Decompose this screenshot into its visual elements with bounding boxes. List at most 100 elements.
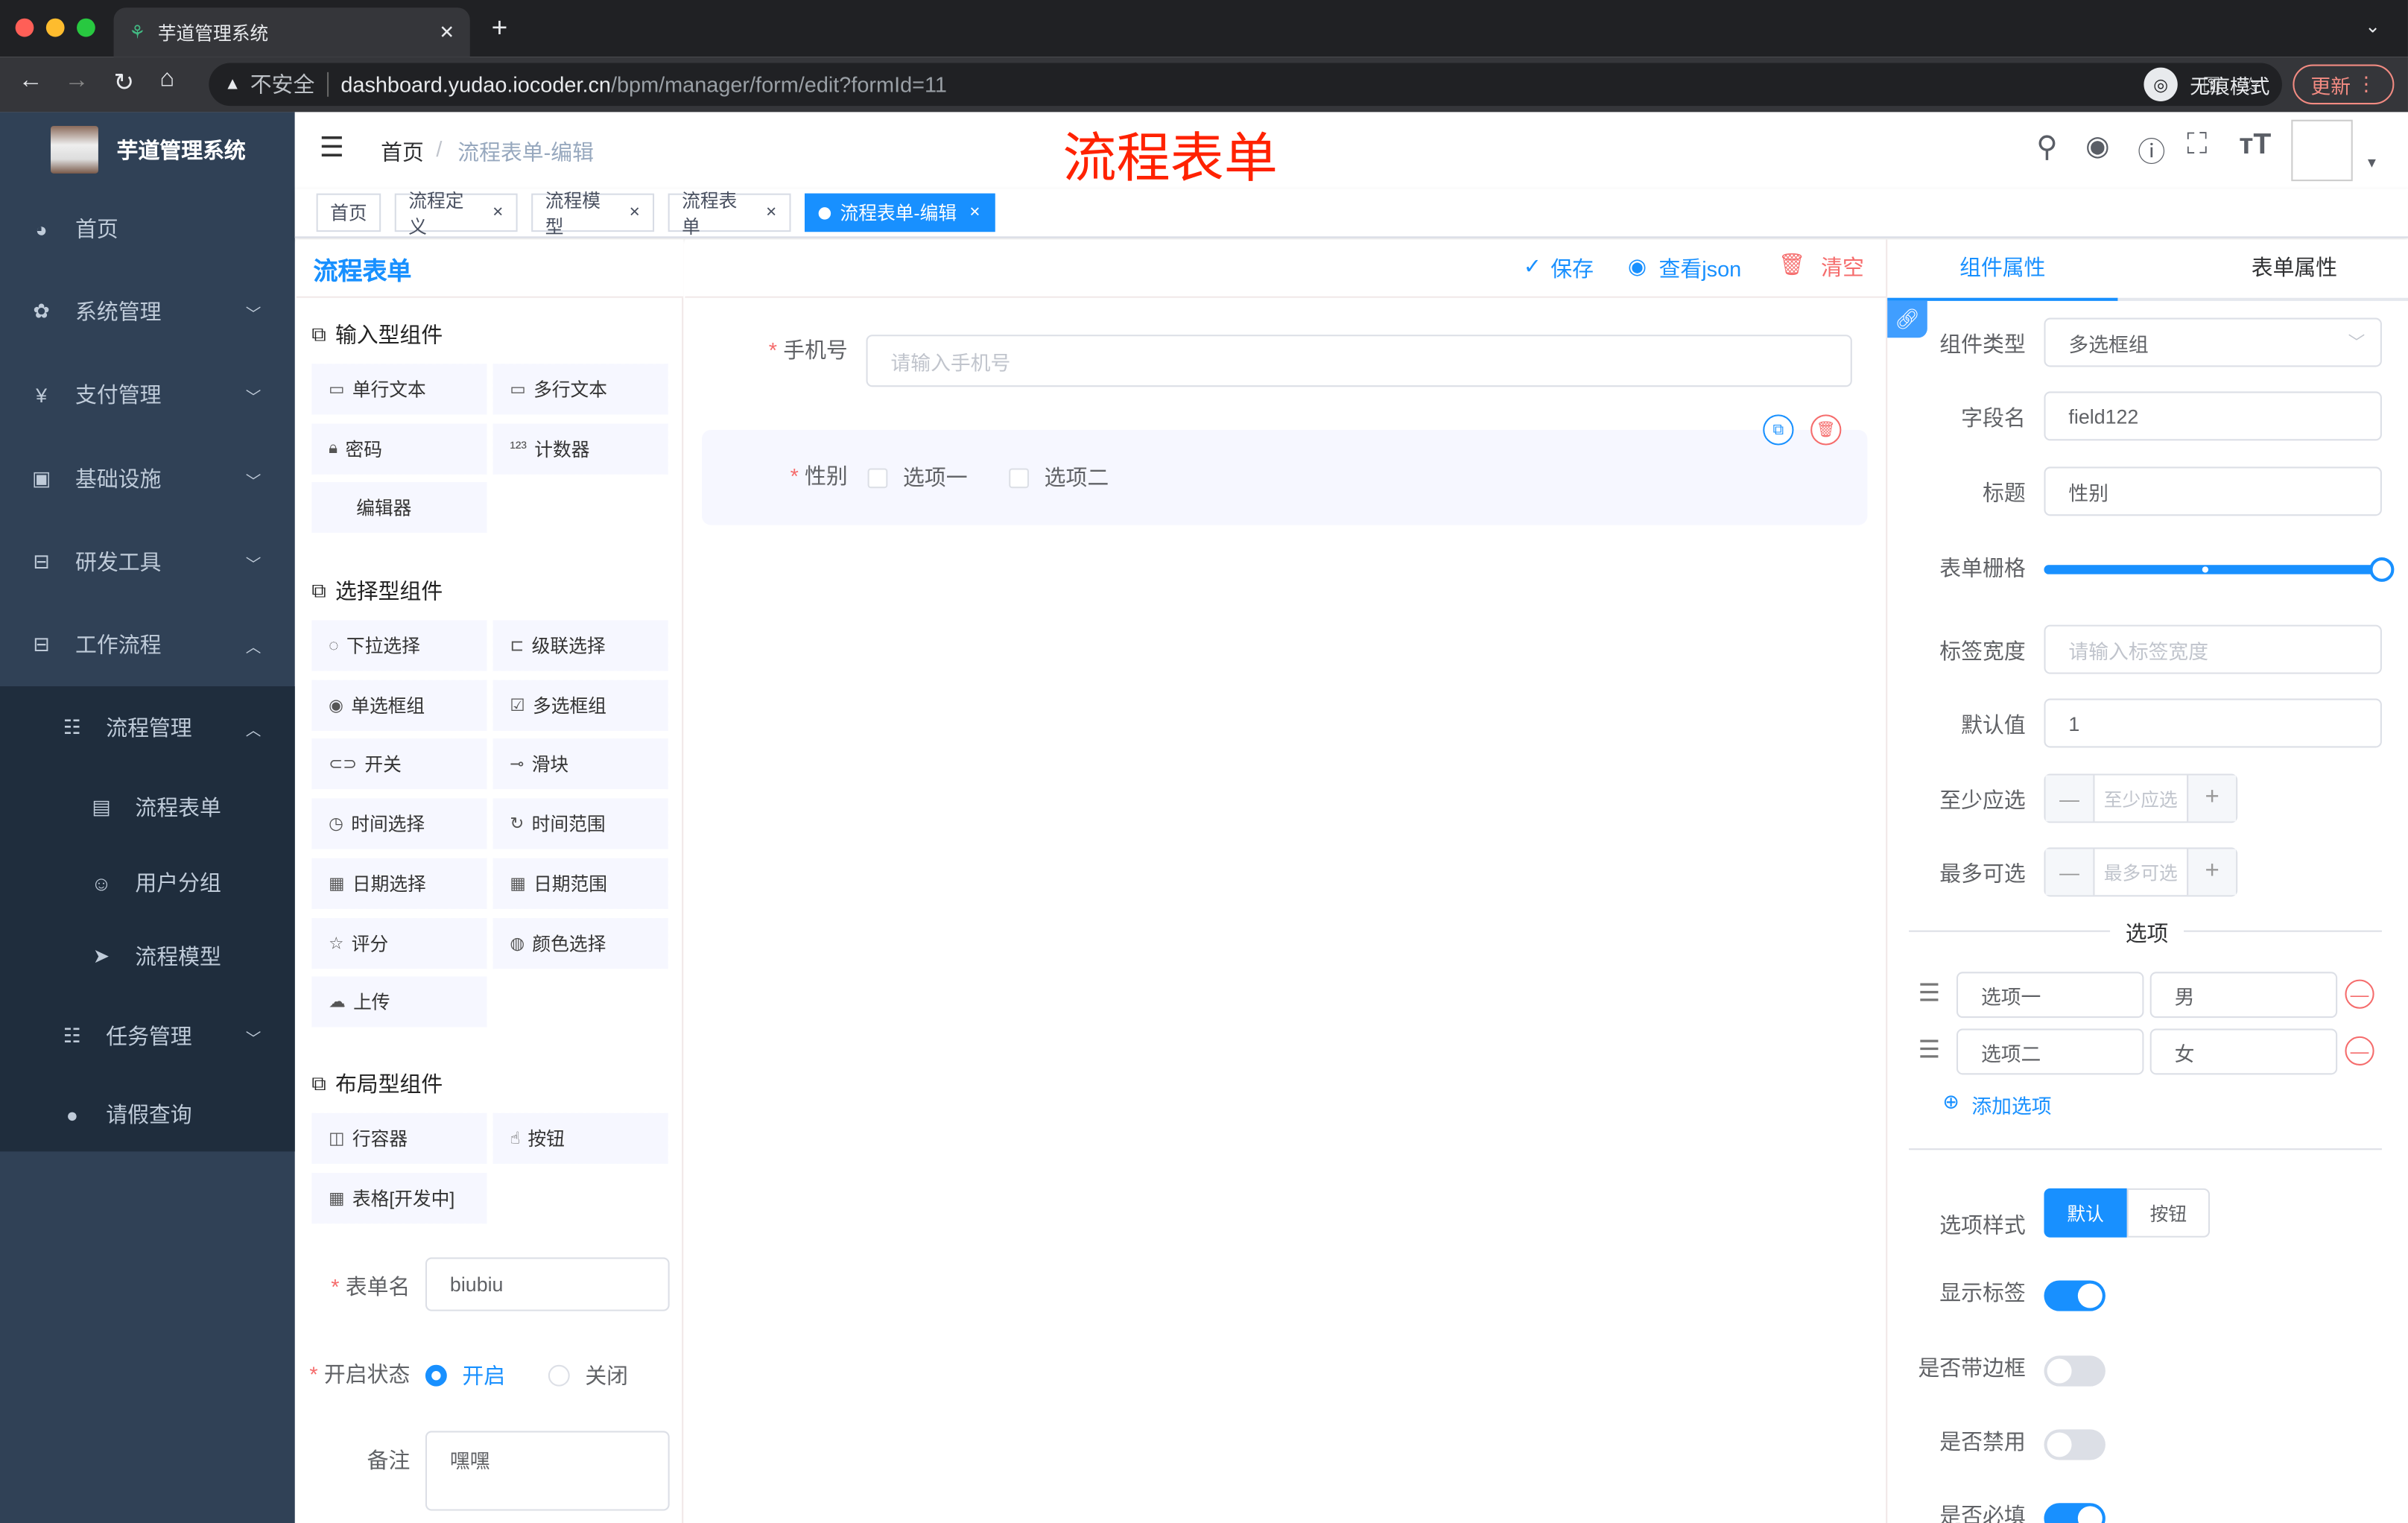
minus-icon[interactable]: — xyxy=(2045,849,2095,896)
title-input[interactable]: 性别 xyxy=(2044,466,2382,516)
reload-icon[interactable]: ↻ xyxy=(114,68,135,98)
sidebar-item-7[interactable]: ▤ 流程表单 xyxy=(0,766,295,849)
remark-textarea[interactable]: 嘿嘿 xyxy=(425,1431,670,1511)
label-width-input[interactable]: 请输入标签宽度 xyxy=(2044,624,2382,674)
remove-option-icon[interactable]: — xyxy=(2345,1036,2374,1066)
tag-4[interactable]: 流程表单-编辑 ✕ xyxy=(805,193,995,232)
minimize-window-button[interactable] xyxy=(45,18,65,37)
component-0-4[interactable]: 编辑器 xyxy=(311,482,487,533)
caret-down-icon[interactable]: ▼ xyxy=(2365,155,2378,171)
incognito-indicator[interactable]: ◎ 无痕模式 xyxy=(2144,67,2269,101)
close-tag-icon[interactable]: ✕ xyxy=(969,204,981,221)
tag-2[interactable]: 流程模型 ✕ xyxy=(531,189,655,237)
sidebar-item-9[interactable]: ➤ 流程模型 xyxy=(0,915,295,998)
checkbox-option-2[interactable]: 选项二 xyxy=(1009,462,1109,493)
close-tag-icon[interactable]: ✕ xyxy=(629,204,641,221)
remove-option-icon[interactable]: — xyxy=(2345,979,2374,1009)
default-value-input[interactable]: 1 xyxy=(2044,698,2382,748)
component-2-1[interactable]: ☝ 按钮 xyxy=(492,1112,668,1164)
drag-handle-icon[interactable]: ☰ xyxy=(1918,978,1940,1009)
component-0-2[interactable]: 🔒︎ 密码 xyxy=(311,423,487,475)
github-icon[interactable]: ◉ xyxy=(2085,130,2109,162)
option-style-1[interactable]: 按钮 xyxy=(2126,1188,2211,1238)
component-1-10[interactable]: ☆ 评分 xyxy=(311,917,487,969)
option-value-input[interactable]: 女 xyxy=(2149,1028,2338,1075)
close-tag-icon[interactable]: ✕ xyxy=(765,204,777,221)
component-1-7[interactable]: ↻ 时间范围 xyxy=(492,798,668,849)
option-label-input[interactable]: 选项二 xyxy=(1956,1028,2144,1075)
tab-form-props[interactable]: 表单属性 xyxy=(2179,252,2408,282)
tab-search-icon[interactable]: ⌄ xyxy=(2365,16,2380,37)
component-1-4[interactable]: ⊂⊃ 开关 xyxy=(311,738,487,790)
component-1-8[interactable]: ▦ 日期选择 xyxy=(311,858,487,909)
maximize-window-button[interactable] xyxy=(77,18,95,37)
back-icon[interactable]: ← xyxy=(19,68,43,95)
sidebar-item-1[interactable]: ✿ 系统管理 ﹀ xyxy=(0,270,295,353)
add-option-button[interactable]: ⊕ 添加选项 xyxy=(1942,1090,2051,1119)
copy-field-icon[interactable]: ⧉ xyxy=(1763,414,1794,446)
close-tab-icon[interactable]: ✕ xyxy=(439,22,454,43)
user-avatar[interactable] xyxy=(2291,119,2353,182)
component-1-0[interactable]: ◌ 下拉选择 xyxy=(311,620,487,671)
component-1-12[interactable]: ☁ 上传 xyxy=(311,976,487,1028)
sidebar-item-3[interactable]: ▣ 基础设施 ﹀ xyxy=(0,437,295,520)
plus-icon[interactable]: + xyxy=(2187,849,2237,896)
update-button[interactable]: 更新 ⋮ xyxy=(2293,64,2395,105)
breadcrumb-home[interactable]: 首页 xyxy=(381,136,424,167)
delete-field-icon[interactable]: 🗑︎ xyxy=(1810,414,1842,446)
status-radio-1[interactable]: 关闭 xyxy=(548,1361,628,1391)
component-1-1[interactable]: ⊏ 级联选择 xyxy=(492,620,668,671)
forward-icon[interactable]: → xyxy=(65,68,89,95)
required-switch[interactable] xyxy=(2044,1503,2106,1523)
border-switch[interactable] xyxy=(2044,1355,2106,1387)
search-icon[interactable]: ⚲ xyxy=(2036,130,2058,165)
home-icon[interactable]: ⌂ xyxy=(159,66,174,94)
fullscreen-icon[interactable]: ⛶ xyxy=(2187,129,2207,162)
status-radio-0[interactable]: 开启 xyxy=(425,1361,505,1391)
option-label-input[interactable]: 选项一 xyxy=(1956,972,2144,1019)
component-2-0[interactable]: ◫ 行容器 xyxy=(311,1112,487,1164)
close-window-button[interactable] xyxy=(15,18,34,37)
font-size-icon[interactable]: ᴛT xyxy=(2239,129,2271,162)
show_label-switch[interactable] xyxy=(2044,1280,2106,1311)
minus-icon[interactable]: — xyxy=(2045,775,2095,822)
clear-button[interactable]: 🗑︎ 清空 xyxy=(1778,252,1864,282)
help-icon[interactable]: ⓘ xyxy=(2138,130,2165,171)
sidebar-item-4[interactable]: ⊟ 研发工具 ﹀ xyxy=(0,521,295,604)
sidebar-item-11[interactable]: ● 请假查询 xyxy=(0,1073,295,1156)
component-1-9[interactable]: ▦ 日期范围 xyxy=(492,858,668,909)
tag-1[interactable]: 流程定义 ✕ xyxy=(394,189,518,237)
min-select-stepper[interactable]: — 至少应选 + xyxy=(2044,773,2238,823)
grid-slider-handle[interactable] xyxy=(2369,557,2395,582)
sidebar-item-2[interactable]: ¥ 支付管理 ﹀ xyxy=(0,353,295,436)
sidebar-item-8[interactable]: ☺ 用户分组 xyxy=(0,841,295,924)
close-tag-icon[interactable]: ✕ xyxy=(492,204,504,221)
component-1-3[interactable]: ☑ 多选框组 xyxy=(492,680,668,731)
form-name-input[interactable]: biubiu xyxy=(425,1257,670,1311)
tab-component-props[interactable]: 组件属性 xyxy=(1887,252,2117,282)
new-tab-icon[interactable]: + xyxy=(492,12,508,44)
drag-handle-icon[interactable]: ☰ xyxy=(1918,1035,1940,1066)
sidebar-item-0[interactable]: ◕ 首页 xyxy=(0,187,295,270)
component-1-6[interactable]: ◷ 时间选择 xyxy=(311,798,487,849)
component-0-3[interactable]: ¹²³ 计数器 xyxy=(492,423,668,475)
tag-0[interactable]: 首页 xyxy=(316,193,381,232)
url-bar[interactable]: ▲ 不安全 dashboard.yudao.iocoder.cn /bpm/ma… xyxy=(209,63,2282,107)
sidebar-item-6[interactable]: ☷ 流程管理 ︿ xyxy=(0,686,295,769)
save-button[interactable]: ✓ 保存 xyxy=(1524,253,1594,284)
option-style-0[interactable]: 默认 xyxy=(2044,1188,2127,1238)
disabled-switch[interactable] xyxy=(2044,1429,2106,1460)
sidebar-item-5[interactable]: ⊟ 工作流程 ︿ xyxy=(0,604,295,686)
option-value-input[interactable]: 男 xyxy=(2149,972,2338,1019)
component-0-0[interactable]: ▭ 单行文本 xyxy=(311,364,487,415)
hamburger-icon[interactable]: ☰ xyxy=(320,132,344,164)
checkbox-option-1[interactable]: 选项一 xyxy=(867,462,968,493)
tag-3[interactable]: 流程表单 ✕ xyxy=(668,189,791,237)
view-json-button[interactable]: ◉ 查看json xyxy=(1628,253,1741,284)
sidebar-item-10[interactable]: ☷ 任务管理 ﹀ xyxy=(0,995,295,1077)
component-1-11[interactable]: ◍ 颜色选择 xyxy=(492,917,668,969)
component-0-1[interactable]: ▭ 多行文本 xyxy=(492,364,668,415)
active-field-gender[interactable]: * 性别 选项一 选项二 xyxy=(701,429,1868,525)
phone-input[interactable]: 请输入手机号 xyxy=(866,335,1852,387)
plus-icon[interactable]: + xyxy=(2187,775,2237,822)
